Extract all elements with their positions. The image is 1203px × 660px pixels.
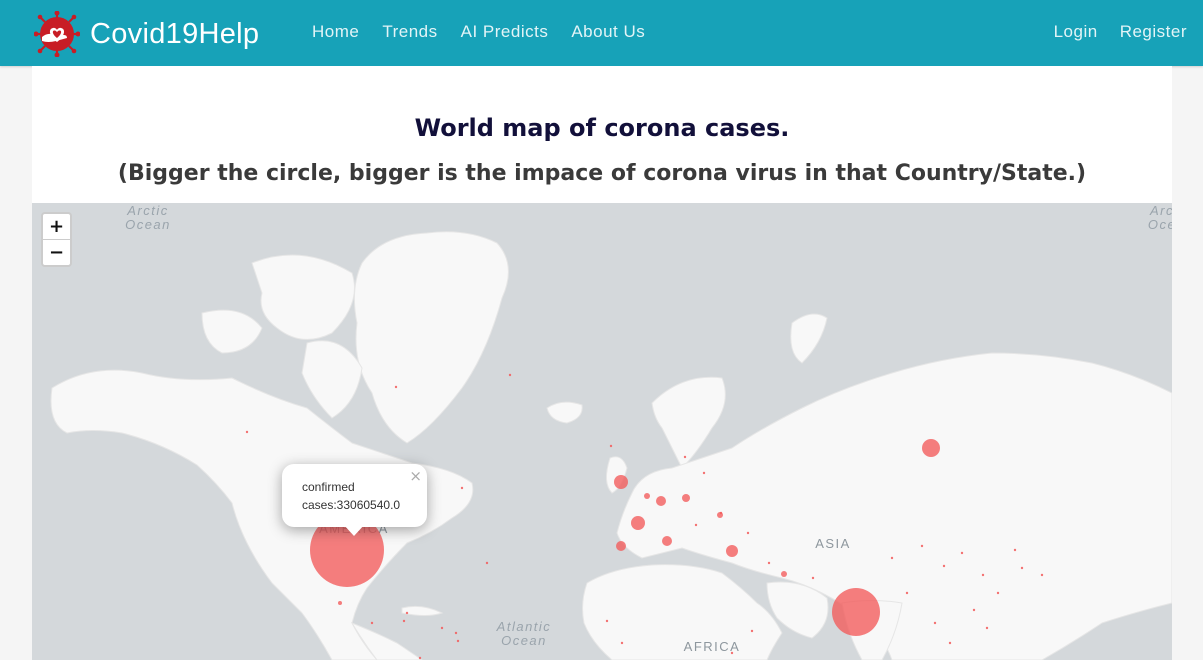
- case-marker-small[interactable]: [508, 373, 512, 377]
- case-marker-small[interactable]: [1040, 573, 1044, 577]
- case-marker-small[interactable]: [605, 619, 609, 623]
- auth-nav: Login Register: [1054, 22, 1187, 42]
- popup-line: cases:33060540.0: [302, 498, 401, 512]
- page-subtitle: (Bigger the circle, bigger is the impace…: [117, 161, 1087, 186]
- marker-popup: × confirmed cases:33060540.0: [282, 464, 427, 536]
- page-title: World map of corona cases.: [414, 114, 790, 142]
- case-marker-small[interactable]: [402, 619, 406, 623]
- case-marker-small[interactable]: [1020, 566, 1024, 570]
- case-marker-poland[interactable]: [682, 494, 690, 502]
- case-marker-small[interactable]: [905, 591, 909, 595]
- case-marker-small[interactable]: [811, 576, 815, 580]
- case-marker-small[interactable]: [454, 631, 458, 635]
- case-marker-small[interactable]: [702, 471, 706, 475]
- popup-tip: [343, 524, 365, 536]
- case-marker-small[interactable]: [948, 641, 952, 645]
- case-marker-small[interactable]: [942, 564, 946, 568]
- main-nav: Home Trends AI Predicts About Us: [312, 22, 645, 42]
- case-marker-india[interactable]: [832, 588, 880, 636]
- top-navbar: Covid19Help Home Trends AI Predicts Abou…: [0, 0, 1203, 66]
- case-marker-small[interactable]: [920, 544, 924, 548]
- case-marker-small[interactable]: [418, 656, 422, 660]
- nav-trends-link[interactable]: Trends: [382, 22, 437, 42]
- case-marker-small[interactable]: [890, 556, 894, 560]
- brand-link[interactable]: Covid19Help: [34, 11, 260, 57]
- case-marker-small[interactable]: [440, 626, 444, 630]
- case-marker-small[interactable]: [370, 621, 374, 625]
- popup-content: confirmed cases:33060540.0: [302, 478, 414, 514]
- login-link[interactable]: Login: [1054, 22, 1098, 42]
- case-marker-small[interactable]: [750, 629, 754, 633]
- case-marker-small[interactable]: [245, 430, 249, 434]
- case-marker-small[interactable]: [620, 641, 624, 645]
- register-link[interactable]: Register: [1120, 22, 1187, 42]
- case-marker-turkey[interactable]: [726, 545, 738, 557]
- zoom-control: + −: [41, 212, 72, 267]
- zoom-in-button[interactable]: +: [43, 214, 70, 239]
- case-marker-small[interactable]: [485, 561, 489, 565]
- case-marker-netherlands[interactable]: [644, 493, 650, 499]
- nav-about-us-link[interactable]: About Us: [571, 22, 645, 42]
- virus-heart-logo-icon: [34, 11, 80, 57]
- case-marker-mexico[interactable]: [338, 601, 342, 605]
- popup-line: confirmed: [302, 480, 355, 494]
- case-marker-small[interactable]: [981, 573, 985, 577]
- case-marker-russia[interactable]: [922, 439, 940, 457]
- case-marker-small[interactable]: [405, 611, 409, 615]
- case-marker-iran[interactable]: [781, 571, 787, 577]
- case-marker-italy[interactable]: [662, 536, 672, 546]
- world-map[interactable]: Arctic Ocean Arc Oce Atlantic Ocean AMER…: [32, 203, 1172, 660]
- case-marker-small[interactable]: [719, 511, 723, 515]
- case-marker-small[interactable]: [1013, 548, 1017, 552]
- case-marker-small[interactable]: [609, 444, 613, 448]
- case-marker-layer: [245, 373, 1044, 660]
- case-marker-small[interactable]: [460, 486, 464, 490]
- brand-name: Covid19Help: [90, 17, 260, 50]
- case-marker-small[interactable]: [933, 621, 937, 625]
- case-marker-small[interactable]: [972, 608, 976, 612]
- nav-home-link[interactable]: Home: [312, 22, 359, 42]
- case-marker-small[interactable]: [996, 591, 1000, 595]
- case-marker-small[interactable]: [746, 531, 750, 535]
- nav-ai-predicts-link[interactable]: AI Predicts: [461, 22, 549, 42]
- case-marker-small[interactable]: [730, 651, 734, 655]
- case-marker-small[interactable]: [683, 455, 687, 459]
- case-marker-small[interactable]: [985, 626, 989, 630]
- case-marker-small[interactable]: [456, 639, 460, 643]
- case-marker-germany[interactable]: [656, 496, 666, 506]
- case-marker-france[interactable]: [631, 516, 645, 530]
- case-marker-uk[interactable]: [614, 475, 628, 489]
- case-marker-small[interactable]: [960, 551, 964, 555]
- zoom-out-button[interactable]: −: [43, 239, 70, 265]
- case-marker-small[interactable]: [767, 561, 771, 565]
- case-marker-spain[interactable]: [616, 541, 626, 551]
- case-marker-small[interactable]: [694, 523, 698, 527]
- case-marker-small[interactable]: [394, 385, 398, 389]
